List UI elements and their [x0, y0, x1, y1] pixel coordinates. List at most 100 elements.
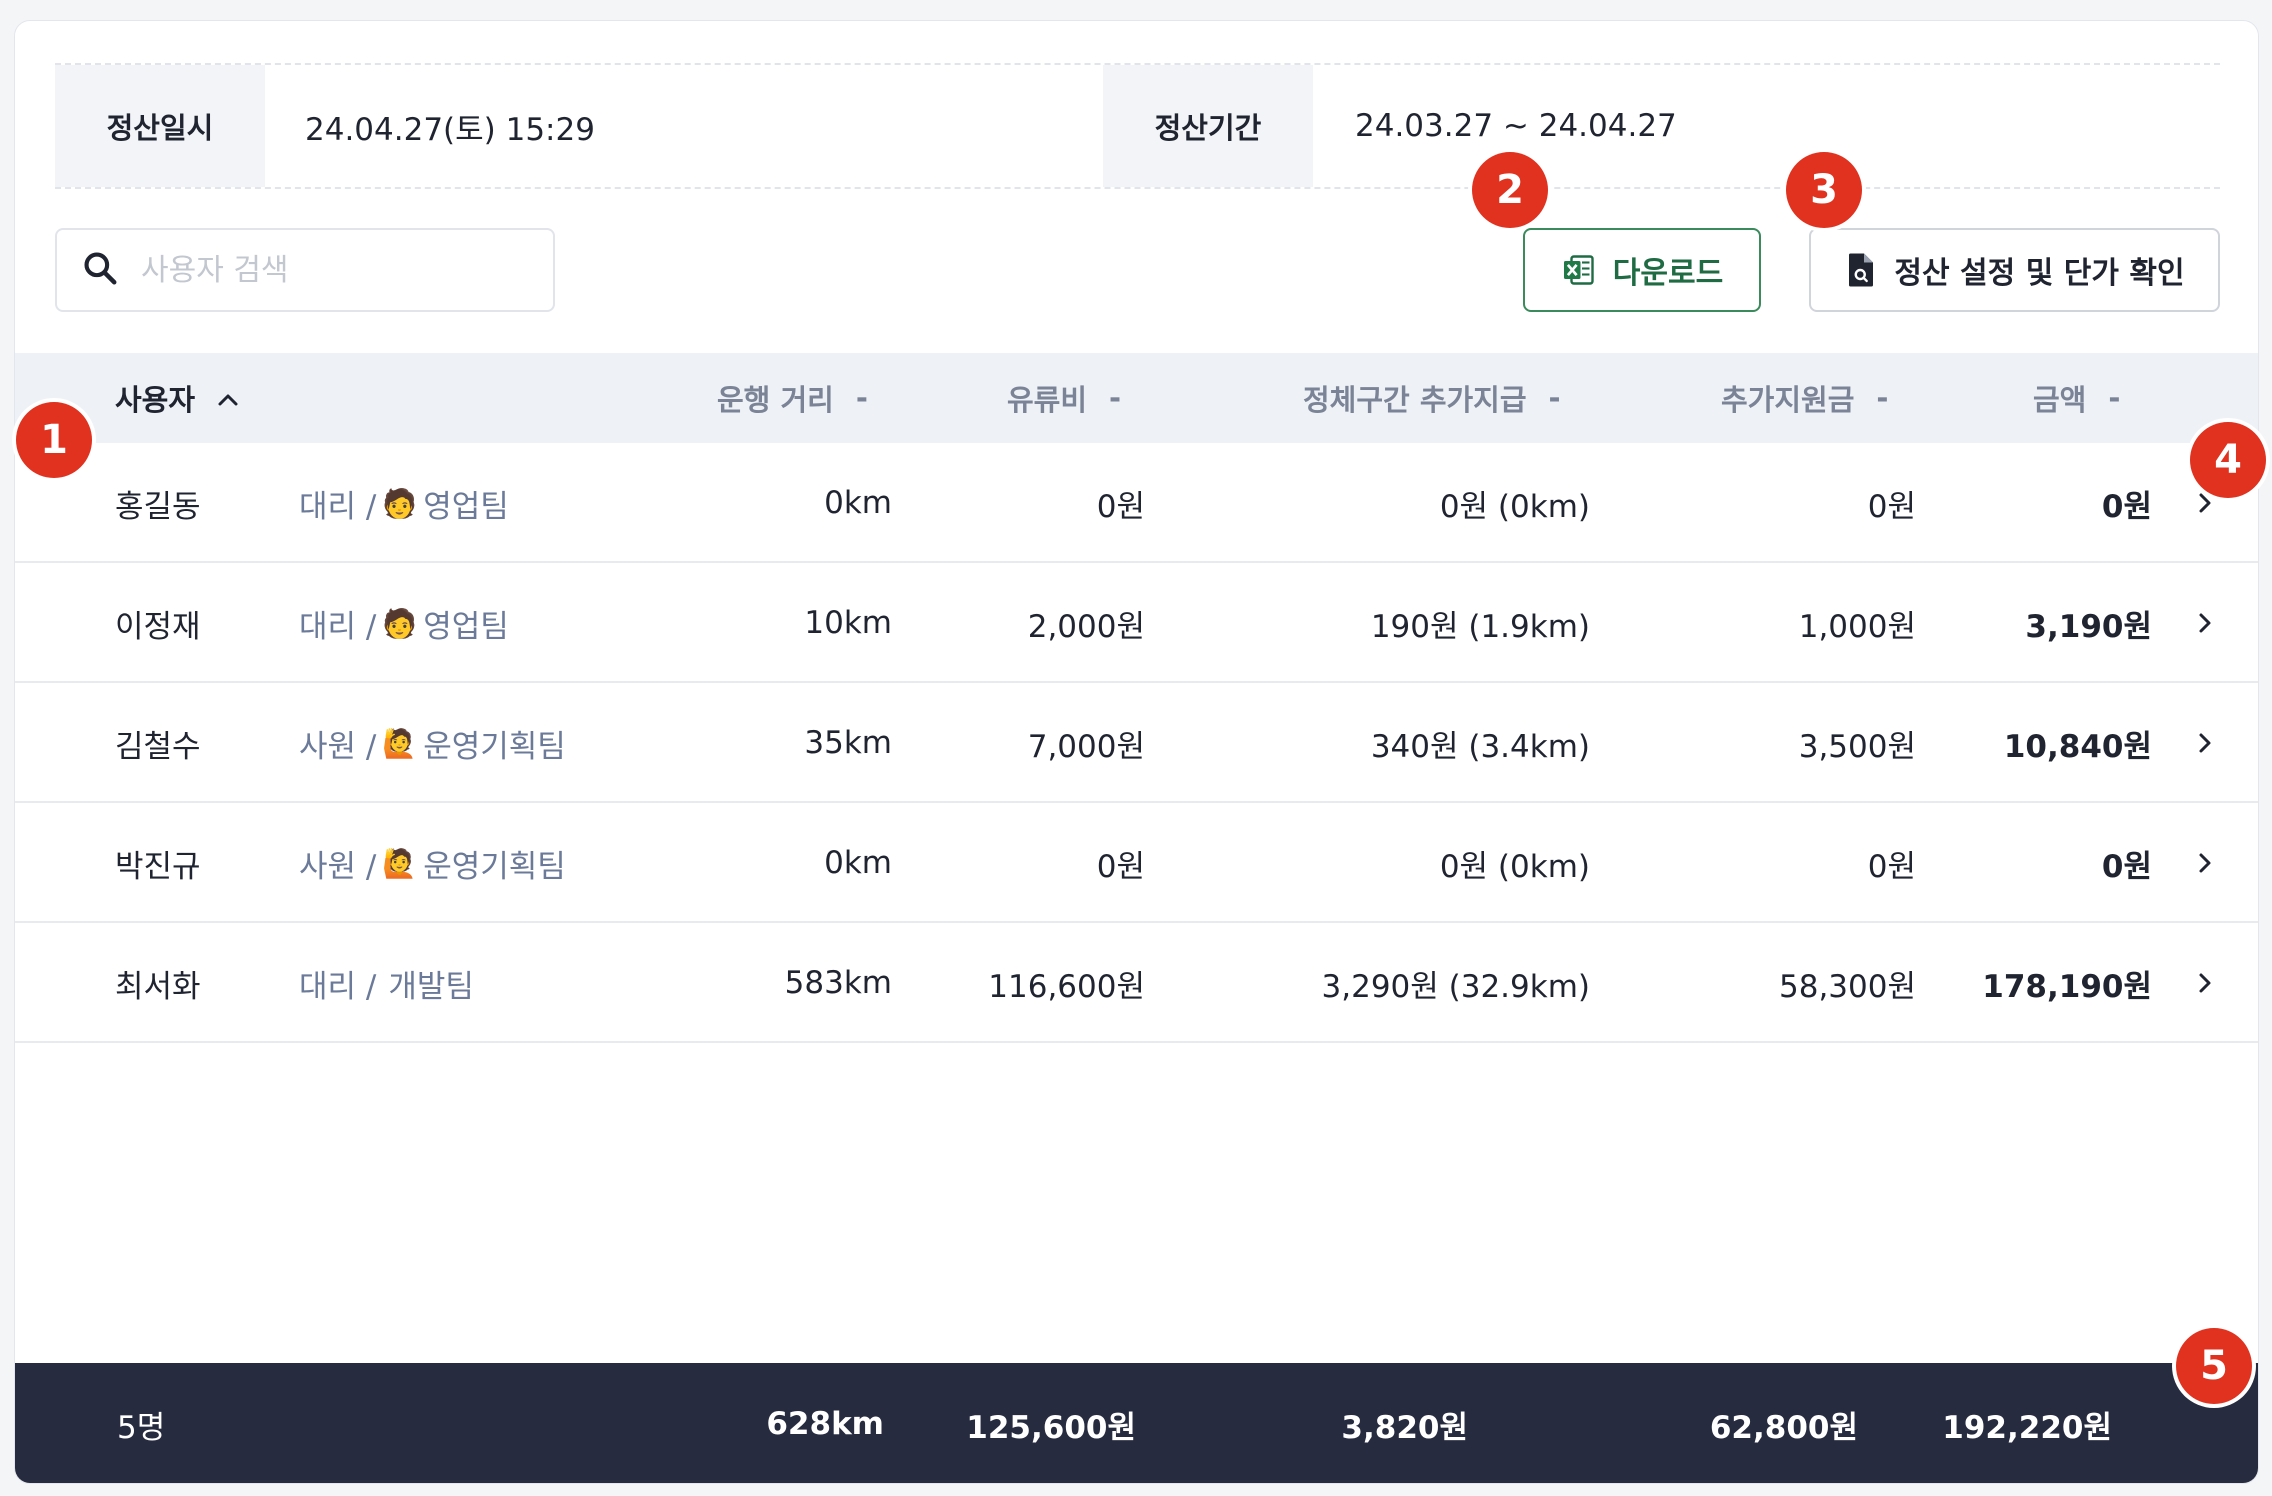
settlement-info-strip: 정산일시 24.04.27(토) 15:29 정산기간 24.03.27 ~ 2… — [55, 63, 2220, 189]
column-header-distance-label: 운행 거리 — [717, 383, 834, 417]
user-team: 운영기획팀 — [423, 848, 566, 885]
user-team: 개발팀 — [388, 968, 474, 1005]
fuel-cell: 7,000원 — [1027, 728, 1145, 765]
table-row[interactable]: 이정재 대리 / 🧑 영업팀 10km 2,000원 190원 (1.9km) … — [15, 563, 2258, 683]
fuel-cell: 0원 — [1096, 488, 1145, 525]
annotation-marker-2: 2 — [1472, 152, 1548, 228]
column-header-jam-pay[interactable]: 정체구간 추가지급 - — [1303, 353, 1561, 443]
table-row[interactable]: 홍길동 대리 / 🧑 영업팀 0km 0원 0원 (0km) 0원 0원 — [15, 443, 2258, 563]
column-header-jam-pay-label: 정체구간 추가지급 — [1303, 383, 1527, 417]
annotation-marker-3: 3 — [1786, 152, 1862, 228]
jam-pay-cell: 0원 (0km) — [1439, 848, 1590, 885]
user-rank: 대리 / — [299, 968, 377, 1005]
table-row[interactable]: 최서화 대리 / 개발팀 583km 116,600원 3,290원 (32.9… — [15, 923, 2258, 1043]
sort-none-indicator: - — [855, 381, 868, 415]
jam-pay-cell: 3,290원 (32.9km) — [1321, 968, 1590, 1005]
download-button[interactable]: 다운로드 — [1523, 228, 1761, 312]
extra-support-cell: 0원 — [1867, 488, 1916, 525]
extra-support-cell: 0원 — [1867, 848, 1916, 885]
totals-footer: 5명 628km 125,600원 3,820원 62,800원 192,220… — [15, 1363, 2258, 1483]
chevron-right-icon[interactable] — [2195, 923, 2215, 1043]
user-rank-team: 사원 / 🙋 운영기획팀 — [299, 683, 566, 803]
jam-pay-cell: 190원 (1.9km) — [1370, 608, 1590, 645]
total-user-count: 5명 — [117, 1409, 166, 1446]
team-emoji: 🧑 — [382, 606, 418, 640]
user-team: 영업팀 — [423, 608, 509, 645]
total-jam-pay: 3,820원 — [1341, 1409, 1468, 1446]
distance-cell: 583km — [784, 965, 892, 1001]
column-header-extra-support-label: 추가지원금 — [1721, 383, 1855, 417]
total-extra-support: 62,800원 — [1709, 1409, 1858, 1446]
user-name: 이정재 — [115, 608, 201, 645]
distance-cell: 0km — [824, 485, 892, 521]
user-name: 김철수 — [115, 728, 201, 765]
column-header-extra-support[interactable]: 추가지원금 - — [1721, 353, 1888, 443]
amount-cell: 0원 — [2101, 488, 2152, 525]
fuel-cell: 0원 — [1096, 848, 1145, 885]
user-rank: 대리 / — [299, 488, 377, 525]
chevron-right-icon[interactable] — [2195, 683, 2215, 803]
settlement-settings-button[interactable]: 정산 설정 및 단가 확인 — [1809, 228, 2220, 312]
column-header-amount-label: 금액 — [2033, 383, 2087, 417]
team-emoji: 🙋 — [382, 846, 418, 880]
amount-cell: 10,840원 — [2003, 728, 2152, 765]
sort-none-indicator: - — [2108, 381, 2121, 415]
team-emoji: 🧑 — [382, 486, 418, 520]
user-rank: 사원 / — [299, 848, 377, 885]
settle-datetime-value: 24.04.27(토) 15:29 — [305, 111, 595, 148]
sort-none-indicator: - — [1109, 381, 1122, 415]
jam-pay-cell: 340원 (3.4km) — [1370, 728, 1590, 765]
column-header-amount[interactable]: 금액 - — [2033, 353, 2120, 443]
settlement-panel: 정산일시 24.04.27(토) 15:29 정산기간 24.03.27 ~ 2… — [14, 20, 2259, 1484]
document-search-icon — [1844, 252, 1878, 288]
column-header-fuel-label: 유류비 — [1007, 383, 1088, 417]
sort-none-indicator: - — [1876, 381, 1889, 415]
user-rank: 대리 / — [299, 608, 377, 645]
chevron-right-icon[interactable] — [2195, 803, 2215, 923]
total-fuel: 125,600원 — [966, 1409, 1136, 1446]
annotation-marker-1: 1 — [16, 402, 92, 478]
settle-datetime-label: 정산일시 — [55, 65, 265, 187]
user-search-input[interactable] — [141, 252, 541, 288]
table-row[interactable]: 김철수 사원 / 🙋 운영기획팀 35km 7,000원 340원 (3.4km… — [15, 683, 2258, 803]
user-team: 운영기획팀 — [423, 728, 566, 765]
search-icon — [81, 249, 119, 291]
settle-period-label: 정산기간 — [1103, 65, 1313, 187]
extra-support-cell: 58,300원 — [1779, 968, 1916, 1005]
amount-cell: 0원 — [2101, 848, 2152, 885]
table-row[interactable]: 박진규 사원 / 🙋 운영기획팀 0km 0원 0원 (0km) 0원 0원 — [15, 803, 2258, 923]
user-name: 최서화 — [115, 968, 201, 1005]
fuel-cell: 2,000원 — [1027, 608, 1145, 645]
distance-cell: 35km — [804, 725, 892, 761]
user-name: 박진규 — [115, 848, 201, 885]
annotation-marker-4: 4 — [2190, 422, 2266, 498]
user-rank-team: 대리 / 🧑 영업팀 — [299, 443, 509, 563]
amount-cell: 178,190원 — [1982, 968, 2152, 1005]
excel-file-icon — [1561, 252, 1597, 288]
extra-support-cell: 1,000원 — [1798, 608, 1916, 645]
user-rank-team: 사원 / 🙋 운영기획팀 — [299, 803, 566, 923]
column-header-distance[interactable]: 운행 거리 - — [717, 353, 868, 443]
team-emoji: 🙋 — [382, 726, 418, 760]
total-distance: 628km — [766, 1406, 884, 1442]
user-search-box[interactable] — [55, 228, 555, 312]
user-team: 영업팀 — [423, 488, 509, 525]
extra-support-cell: 3,500원 — [1798, 728, 1916, 765]
user-name: 홍길동 — [115, 488, 201, 525]
column-header-user-label: 사용자 — [115, 383, 196, 417]
column-header-user[interactable]: 사용자 — [115, 353, 239, 443]
user-rank: 사원 / — [299, 728, 377, 765]
distance-cell: 0km — [824, 845, 892, 881]
download-label: 다운로드 — [1612, 256, 1724, 291]
annotation-marker-5: 5 — [2176, 1328, 2252, 1404]
user-rank-team: 대리 / 🧑 영업팀 — [299, 563, 509, 683]
amount-cell: 3,190원 — [2025, 608, 2152, 645]
user-rank-team: 대리 / 개발팀 — [299, 923, 474, 1043]
table-header: 사용자 운행 거리 - 유류비 - 정체구간 추가지급 - 추가지원금 - 금액… — [15, 353, 2258, 443]
sort-ascending-icon — [217, 381, 239, 415]
chevron-right-icon[interactable] — [2195, 563, 2215, 683]
jam-pay-cell: 0원 (0km) — [1439, 488, 1590, 525]
total-amount: 192,220원 — [1942, 1409, 2112, 1446]
column-header-fuel[interactable]: 유류비 - — [1007, 353, 1121, 443]
settle-period-value: 24.03.27 ~ 24.04.27 — [1355, 108, 1677, 144]
